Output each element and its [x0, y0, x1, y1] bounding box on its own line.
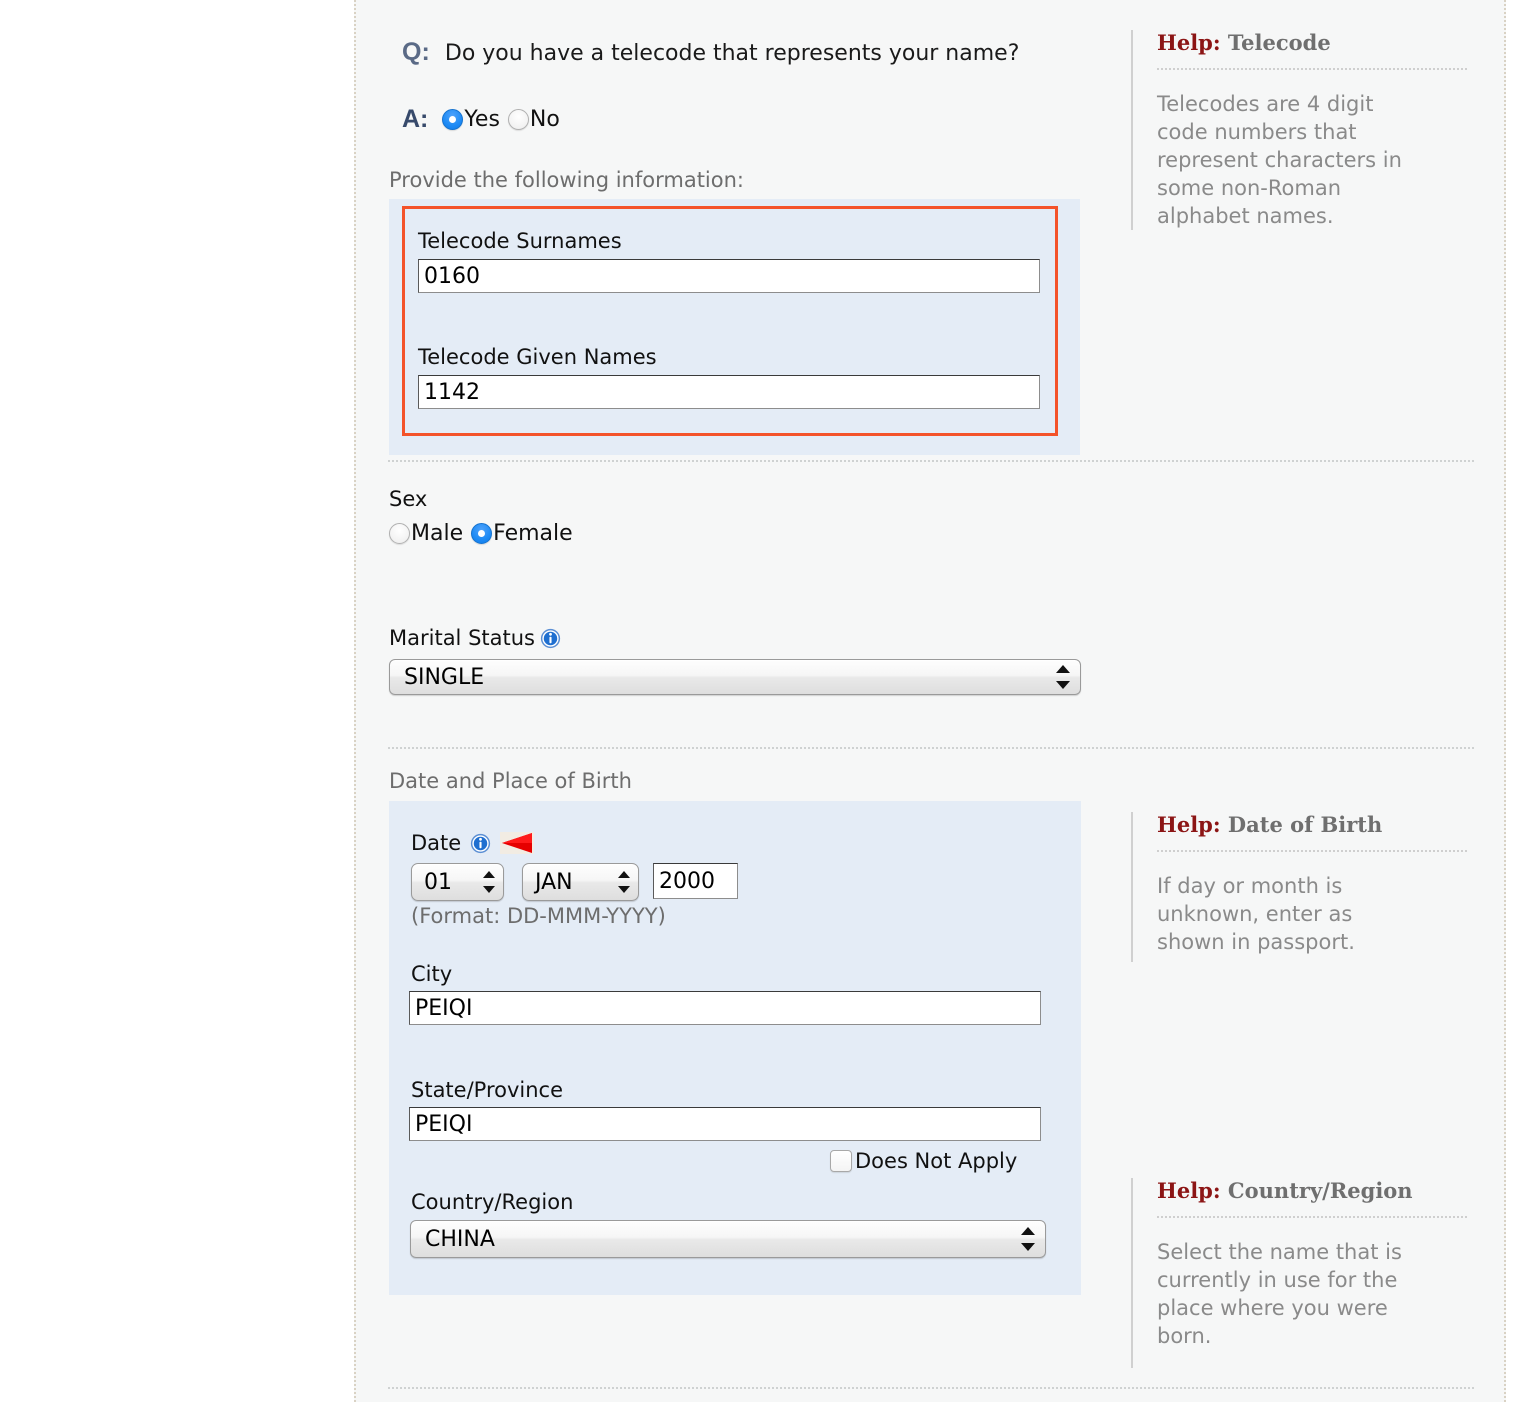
- country-region-select[interactable]: CHINA: [410, 1220, 1046, 1258]
- sex-radio-male-label: Male: [411, 521, 463, 546]
- info-icon[interactable]: [540, 628, 561, 649]
- date-format-note: (Format: DD-MMM-YYYY): [411, 904, 666, 928]
- help-topic: Country/Region: [1221, 1178, 1413, 1203]
- divider-after-birth: [388, 1387, 1474, 1389]
- sex-radio-group: Male Female: [389, 521, 581, 546]
- telecode-answer-row: A: Yes No: [402, 105, 568, 134]
- help-keyword: Help:: [1157, 30, 1221, 55]
- marital-status-label: Marital Status: [389, 626, 535, 650]
- info-icon[interactable]: [470, 833, 491, 854]
- chevron-updown-icon: [1056, 664, 1070, 690]
- chevron-updown-icon: [618, 870, 630, 894]
- city-label: City: [411, 962, 452, 986]
- telecode-surnames-label: Telecode Surnames: [418, 229, 622, 253]
- help-telecode-body: Telecodes are 4 digit code numbers that …: [1157, 90, 1425, 230]
- help-country-body: Select the name that is currently in use…: [1157, 1238, 1425, 1350]
- divider-after-telecode: [388, 460, 1474, 462]
- help-dob-title: Help: Date of Birth: [1157, 812, 1467, 837]
- radio-female-indicator[interactable]: [471, 523, 492, 544]
- question-marker: Q:: [402, 38, 430, 66]
- red-left-triangle-icon[interactable]: [500, 832, 534, 854]
- sex-radio-male[interactable]: Male: [389, 521, 463, 546]
- does-not-apply-row[interactable]: Does Not Apply: [830, 1149, 1017, 1173]
- help-panel-date-of-birth: Help: Date of Birth If day or month is u…: [1131, 812, 1467, 962]
- help-topic: Telecode: [1221, 30, 1331, 55]
- does-not-apply-checkbox[interactable]: [830, 1150, 852, 1172]
- question-text: Do you have a telecode that represents y…: [445, 41, 1020, 66]
- help-divider: [1157, 68, 1467, 70]
- provide-info-note: Provide the following information:: [389, 168, 744, 192]
- help-telecode-title: Help: Telecode: [1157, 30, 1467, 55]
- help-dob-body: If day or month is unknown, enter as sho…: [1157, 872, 1425, 956]
- country-region-label: Country/Region: [411, 1190, 573, 1214]
- birth-year-input[interactable]: [653, 863, 738, 899]
- telecode-surnames-input[interactable]: [418, 259, 1040, 293]
- sex-radio-female-label: Female: [493, 521, 573, 546]
- telecode-radio-no[interactable]: No: [508, 107, 560, 132]
- help-panel-telecode: Help: Telecode Telecodes are 4 digit cod…: [1131, 30, 1467, 230]
- help-divider: [1157, 1216, 1467, 1218]
- telecode-radio-group: Yes No: [442, 107, 567, 132]
- state-province-label: State/Province: [411, 1078, 563, 1102]
- telecode-radio-yes-label: Yes: [464, 107, 500, 132]
- help-divider: [1157, 850, 1467, 852]
- application-form-page: Q: Do you have a telecode that represent…: [0, 0, 1522, 1402]
- birth-section-heading: Date and Place of Birth: [389, 769, 632, 793]
- date-label-row: Date: [411, 831, 534, 855]
- telecode-given-names-input[interactable]: [418, 375, 1040, 409]
- help-keyword: Help:: [1157, 1178, 1221, 1203]
- telecode-question-row: Q: Do you have a telecode that represent…: [402, 38, 1019, 67]
- help-panel-country-region: Help: Country/Region Select the name tha…: [1131, 1178, 1467, 1368]
- help-topic: Date of Birth: [1221, 812, 1383, 837]
- divider-after-marital: [388, 747, 1474, 749]
- answer-marker: A:: [402, 105, 428, 134]
- marital-status-value: SINGLE: [390, 665, 484, 690]
- birth-day-select[interactable]: 01: [411, 863, 504, 901]
- date-label: Date: [411, 831, 461, 855]
- does-not-apply-label: Does Not Apply: [855, 1149, 1017, 1173]
- radio-no-indicator[interactable]: [508, 109, 529, 130]
- marital-status-label-row: Marital Status: [389, 626, 561, 650]
- city-input[interactable]: [409, 991, 1041, 1025]
- sex-label: Sex: [389, 487, 427, 511]
- radio-male-indicator[interactable]: [389, 523, 410, 544]
- telecode-radio-yes[interactable]: Yes: [442, 107, 500, 132]
- telecode-given-names-label: Telecode Given Names: [418, 345, 657, 369]
- birth-day-value: 01: [412, 870, 452, 895]
- help-keyword: Help:: [1157, 812, 1221, 837]
- birth-panel: Date: [389, 801, 1081, 1295]
- birth-month-value: JAN: [523, 870, 573, 895]
- telecode-radio-no-label: No: [530, 107, 560, 132]
- form-content-column: Q: Do you have a telecode that represent…: [354, 0, 1506, 1402]
- country-region-value: CHINA: [411, 1227, 495, 1252]
- radio-yes-indicator[interactable]: [442, 109, 463, 130]
- telecode-panel: Telecode Surnames Telecode Given Names: [389, 199, 1080, 455]
- sex-radio-female[interactable]: Female: [471, 521, 573, 546]
- chevron-updown-icon: [483, 870, 495, 894]
- chevron-updown-icon: [1021, 1226, 1035, 1252]
- marital-status-select[interactable]: SINGLE: [389, 659, 1081, 695]
- help-country-title: Help: Country/Region: [1157, 1178, 1467, 1203]
- state-province-input[interactable]: [409, 1107, 1041, 1141]
- birth-month-select[interactable]: JAN: [522, 863, 639, 901]
